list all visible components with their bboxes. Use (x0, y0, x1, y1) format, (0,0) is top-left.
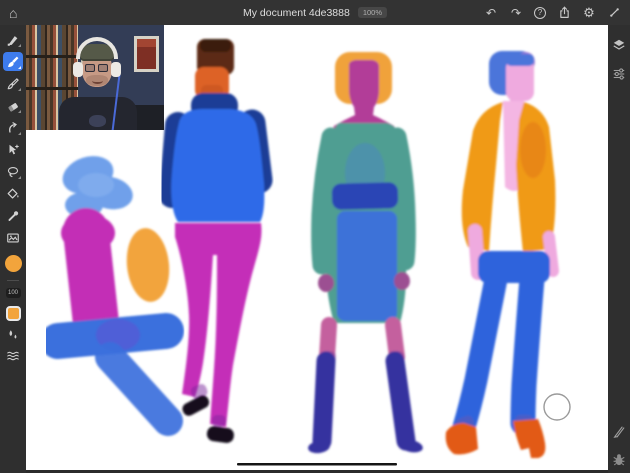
redo-icon[interactable]: ↷ (509, 6, 523, 20)
drawing-canvas[interactable] (26, 25, 608, 470)
water-drops-icon[interactable] (6, 328, 20, 342)
share-icon[interactable] (557, 6, 571, 20)
eraser-tool[interactable] (3, 96, 23, 115)
vector-brush-tool[interactable] (3, 74, 23, 93)
pencil-icon[interactable] (612, 424, 626, 438)
smudge-tool[interactable] (3, 118, 23, 137)
presenter-smile (92, 78, 103, 84)
pixel-brush-tool[interactable] (3, 30, 23, 49)
figure-woman-teal-dress (307, 52, 424, 454)
fullscreen-icon[interactable] (607, 6, 621, 20)
glasses-lens (98, 64, 108, 72)
settings-gear-icon[interactable]: ⚙ (582, 6, 596, 20)
paint-swatch-strokes (58, 150, 173, 421)
panel-sidebar (608, 25, 630, 473)
tool-sidebar: 100 (0, 25, 26, 473)
headphone-earcup-right (111, 62, 121, 77)
figure-woman-orange-jacket (446, 51, 556, 458)
presenter-glasses (85, 64, 108, 72)
brush-size-badge[interactable]: 100 (6, 288, 21, 298)
presenter-webcam-video (26, 25, 164, 130)
undo-icon[interactable]: ↶ (484, 6, 498, 20)
live-brush-tool[interactable] (3, 52, 23, 71)
home-icon[interactable]: ⌂ (9, 6, 17, 20)
figure-man-blue-vest (171, 39, 264, 444)
water-flow-icon[interactable] (6, 349, 20, 363)
bug-report-icon[interactable] (612, 453, 626, 467)
ground-line (237, 463, 397, 466)
brush-color-preview[interactable] (5, 255, 22, 272)
fill-tool[interactable] (3, 184, 23, 203)
document-title: My document 4de3888 (243, 7, 350, 19)
document-title-group: My document 4de3888 100% (243, 0, 387, 25)
brush-cursor-ring (544, 394, 570, 420)
top-toolbar: ⌂ My document 4de3888 100% ↶ ↷ ? ⚙ (0, 0, 630, 25)
headphone-earcup-left (73, 62, 83, 77)
presenter-tshirt-graphic (89, 115, 106, 127)
adjustments-icon[interactable] (612, 67, 626, 81)
eyedropper-tool[interactable] (3, 206, 23, 225)
app-body: 100 (0, 25, 630, 473)
move-tool[interactable] (3, 140, 23, 159)
webcam-poster-frame (134, 36, 159, 72)
color-swatch[interactable] (6, 306, 21, 321)
layers-icon[interactable] (612, 38, 626, 52)
topbar-actions: ↶ ↷ ? ⚙ (484, 6, 621, 20)
fresco-app-window: ⌂ My document 4de3888 100% ↶ ↷ ? ⚙ (0, 0, 630, 473)
place-image-tool[interactable] (3, 228, 23, 247)
lasso-tool[interactable] (3, 162, 23, 181)
canvas-area (26, 25, 608, 473)
zoom-level-badge[interactable]: 100% (358, 7, 387, 19)
glasses-lens (85, 64, 95, 72)
help-icon[interactable]: ? (534, 7, 546, 19)
toolbar-divider (7, 280, 19, 281)
